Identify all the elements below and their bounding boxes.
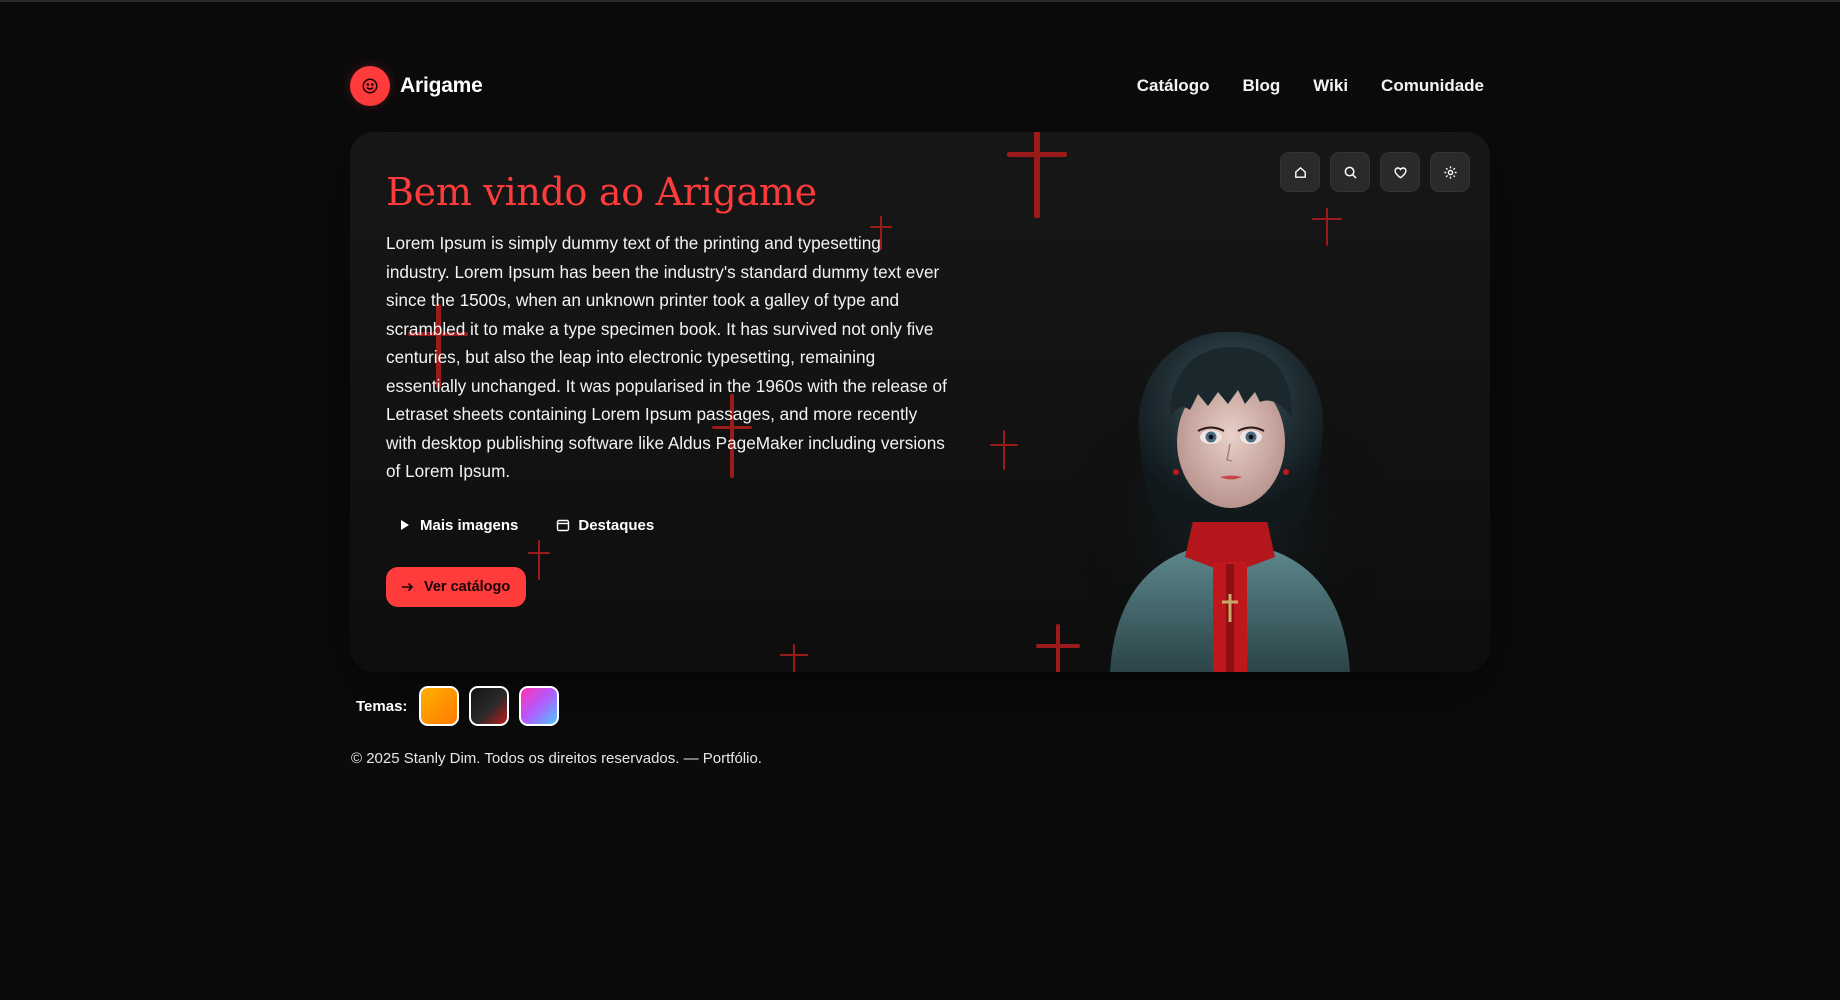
hero-title: Bem vindo ao Arigame xyxy=(386,170,817,214)
favorites-button[interactable] xyxy=(1380,152,1420,192)
cross-decoration xyxy=(1007,132,1067,218)
character-illustration xyxy=(1070,332,1390,672)
play-icon xyxy=(401,520,409,530)
brand-name: Arigame xyxy=(400,74,483,97)
site-header: Arigame Catálogo Blog Wiki Comunidade xyxy=(350,66,1484,106)
settings-button[interactable] xyxy=(1430,152,1470,192)
nav-item-comunidade[interactable]: Comunidade xyxy=(1381,76,1484,96)
cross-decoration xyxy=(528,540,550,580)
smiley-icon xyxy=(350,66,390,106)
search-button[interactable] xyxy=(1330,152,1370,192)
cross-decoration xyxy=(990,430,1018,470)
calendar-icon xyxy=(557,519,570,532)
nav-item-blog[interactable]: Blog xyxy=(1242,76,1280,96)
destaques-label: Destaques xyxy=(578,516,655,534)
home-icon xyxy=(1294,166,1306,178)
home-button[interactable] xyxy=(1280,152,1320,192)
themes-label: Temas: xyxy=(356,697,408,715)
theme-swatch-dark-red[interactable] xyxy=(469,686,510,726)
theme-picker: Temas: xyxy=(356,686,560,726)
hero-chip-row: Mais imagens Destaques xyxy=(386,506,669,544)
cross-decoration xyxy=(780,644,808,672)
footer-text: © 2025 Stanly Dim. Todos os direitos res… xyxy=(351,750,762,767)
main-nav: Catálogo Blog Wiki Comunidade xyxy=(1137,76,1484,96)
nav-item-catalogo[interactable]: Catálogo xyxy=(1137,76,1210,96)
theme-swatch-orange[interactable] xyxy=(419,686,460,726)
brand[interactable]: Arigame xyxy=(350,66,483,106)
ver-catalogo-label: Ver catálogo xyxy=(424,579,511,595)
search-icon xyxy=(1344,166,1357,179)
hero-description: Lorem Ipsum is simply dummy text of the … xyxy=(386,233,947,481)
theme-swatch-gradient[interactable] xyxy=(519,686,560,726)
hero-toolbar xyxy=(1280,152,1470,192)
ver-catalogo-button[interactable]: Ver catálogo xyxy=(386,567,527,607)
mais-imagens-button[interactable]: Mais imagens xyxy=(386,506,533,544)
destaques-button[interactable]: Destaques xyxy=(544,506,669,544)
mais-imagens-label: Mais imagens xyxy=(420,516,519,534)
arrow-right-icon xyxy=(402,582,414,592)
hero-card: Bem vindo ao Arigame Lorem Ipsum is simp… xyxy=(350,132,1490,672)
heart-icon xyxy=(1393,166,1407,179)
nav-item-wiki[interactable]: Wiki xyxy=(1313,76,1348,96)
settings-icon xyxy=(1443,165,1457,179)
cross-decoration xyxy=(1312,208,1342,246)
top-divider xyxy=(0,0,1840,2)
